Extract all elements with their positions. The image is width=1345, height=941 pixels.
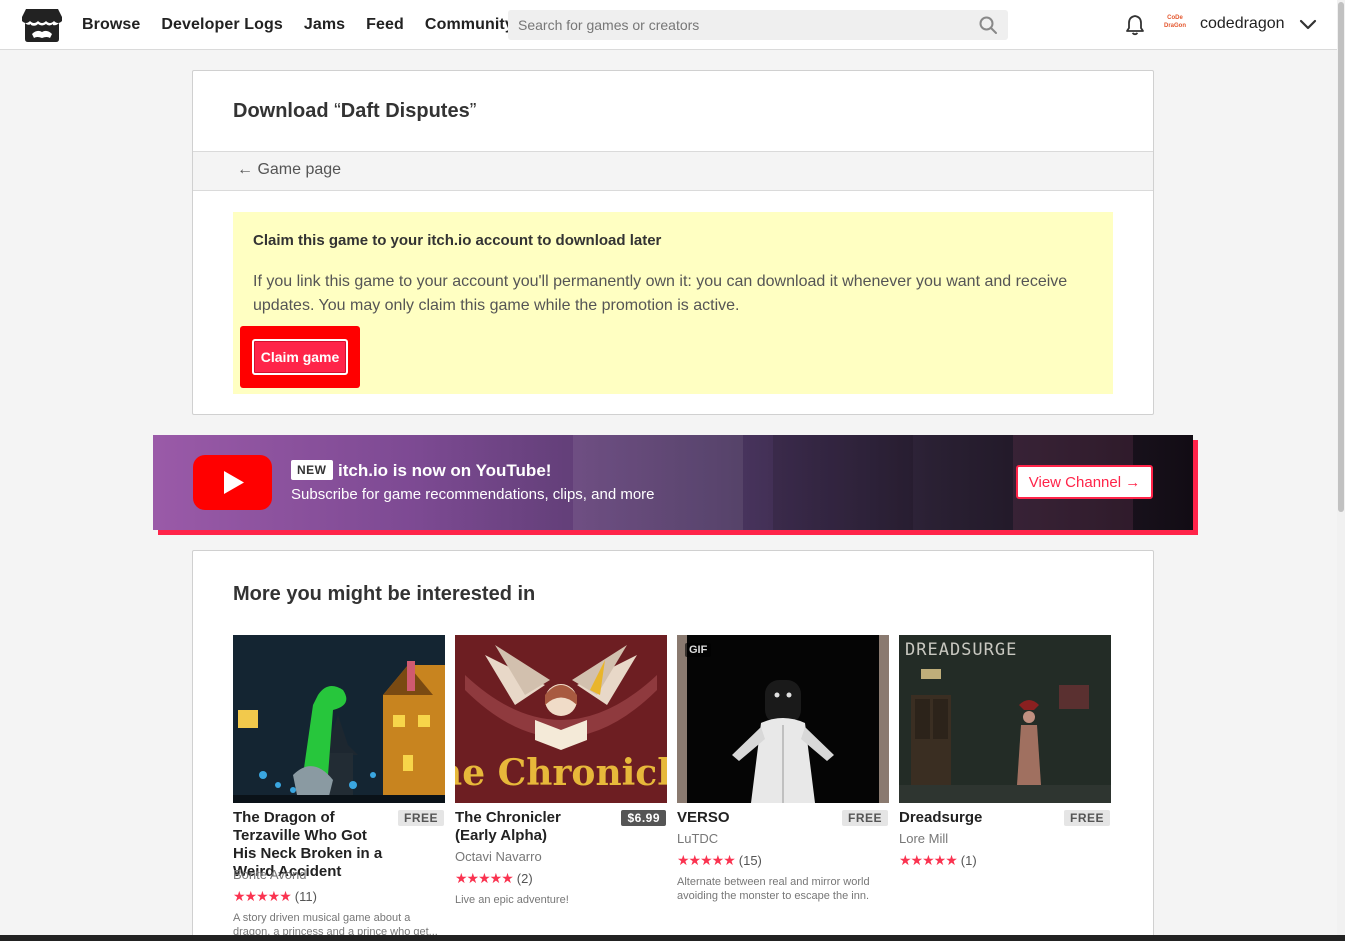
rating-count: (15)	[738, 852, 762, 868]
back-bar: ← Game page	[193, 151, 1153, 191]
game-page-label: Game page	[257, 161, 342, 178]
game-rating: ★★★★★ (11)	[233, 888, 317, 904]
gif-badge: GIF	[685, 643, 712, 657]
star-rating-icon: ★★★★★	[677, 851, 736, 868]
search-bar	[508, 10, 1008, 40]
game-cell: DREADSURGE Dreadsurge FREE Lore Mill ★★★…	[899, 635, 1111, 868]
dragon-cover-art	[233, 635, 445, 803]
username-label[interactable]: codedragon	[1200, 15, 1285, 33]
cover-art-text: The Chronicler	[455, 752, 667, 794]
price-badge: FREE	[397, 810, 444, 826]
game-description: Live an epic adventure!	[455, 894, 569, 906]
title-prefix: Download	[233, 100, 329, 122]
page-title: Download “Daft Disputes”	[233, 100, 476, 123]
chevron-down-icon[interactable]	[1298, 16, 1318, 34]
price-badge: FREE	[1063, 810, 1110, 826]
chronicler-cover-art: The Chronicler	[455, 635, 667, 803]
view-channel-button[interactable]: View Channel →	[1016, 465, 1153, 499]
notification-bell-icon[interactable]	[1124, 14, 1146, 36]
price-badge: $6.99	[621, 810, 666, 826]
game-title[interactable]: VERSO	[677, 809, 827, 827]
game-cell: The Dragon of Terzaville Who Got His Nec…	[233, 635, 445, 938]
game-author[interactable]: Lore Mill	[899, 831, 948, 846]
game-rating: ★★★★★ (2)	[455, 870, 533, 886]
top-header: Browse Developer Logs Jams Feed Communit…	[0, 0, 1337, 50]
game-thumbnail[interactable]	[233, 635, 445, 803]
game-rating: ★★★★★ (1)	[899, 852, 977, 868]
banner-bg-blur	[573, 435, 743, 530]
title-quote-open: “	[334, 100, 341, 122]
star-rating-icon: ★★★★★	[899, 851, 958, 868]
search-icon[interactable]	[978, 15, 998, 35]
banner-subtitle: Subscribe for game recommendations, clip…	[291, 486, 655, 503]
star-rating-icon: ★★★★★	[455, 869, 514, 886]
cover-art-text: DREADSURGE	[905, 640, 1017, 660]
arrow-left-icon: ←	[237, 161, 253, 178]
game-rating: ★★★★★ (15)	[677, 852, 762, 868]
main-nav: Browse Developer Logs Jams Feed Communit…	[82, 0, 535, 50]
star-rating-icon: ★★★★★	[233, 887, 292, 904]
title-quote-close: ”	[469, 100, 477, 122]
claim-game-button[interactable]: Claim game	[252, 339, 348, 375]
bottom-strip	[0, 935, 1345, 941]
download-panel: Download “Daft Disputes” ← Game page Cla…	[192, 70, 1154, 415]
rating-count: (11)	[294, 888, 317, 904]
new-badge: NEW	[291, 460, 333, 480]
game-page-link[interactable]: ← Game page	[237, 161, 341, 179]
youtube-banner[interactable]: NEW itch.io is now on YouTube! Subscribe…	[153, 435, 1193, 530]
verso-cover-art	[677, 635, 889, 803]
claim-description: If you link this game to your account yo…	[253, 273, 1068, 314]
claim-title: Claim this game to your itch.io account …	[253, 232, 662, 249]
dreadsurge-cover-art: DREADSURGE	[899, 635, 1111, 803]
game-author[interactable]: Bonte Avond	[233, 867, 307, 882]
avatar[interactable]: CoDe DraGon	[1162, 14, 1188, 36]
rating-count: (1)	[960, 852, 977, 868]
itchio-logo-icon[interactable]	[22, 7, 62, 43]
search-input[interactable]	[508, 10, 978, 40]
game-cell: GIF VERSO FREE LuTDC ★★★★★ (15) Alternat…	[677, 635, 889, 902]
banner-bg-blur	[773, 435, 913, 530]
rating-count: (2)	[516, 870, 533, 886]
game-author[interactable]: Octavi Navarro	[455, 849, 542, 864]
game-thumbnail[interactable]: The Chronicler	[455, 635, 667, 803]
youtube-logo-icon	[193, 455, 272, 510]
recommendations-panel: More you might be interested in The Drag…	[192, 550, 1154, 941]
scrollbar-thumb[interactable]	[1338, 2, 1344, 512]
game-description: Alternate between real and mirror world …	[677, 876, 870, 902]
game-author[interactable]: LuTDC	[677, 831, 718, 846]
game-title[interactable]: The Chronicler (Early Alpha)	[455, 809, 605, 845]
nav-community[interactable]: Community	[425, 16, 514, 34]
banner-title: itch.io is now on YouTube!	[338, 461, 552, 480]
claim-box: Claim this game to your itch.io account …	[233, 212, 1113, 394]
game-thumbnail[interactable]: GIF	[677, 635, 889, 803]
nav-jams[interactable]: Jams	[304, 16, 345, 34]
game-cell: The Chronicler The Chronicler (Early Alp…	[455, 635, 667, 906]
price-badge: FREE	[841, 810, 888, 826]
recommendations-title: More you might be interested in	[233, 583, 536, 605]
nav-feed[interactable]: Feed	[366, 16, 404, 34]
nav-developer-logs[interactable]: Developer Logs	[161, 16, 282, 34]
nav-browse[interactable]: Browse	[82, 16, 140, 34]
game-title[interactable]: Dreadsurge	[899, 809, 1049, 827]
game-name: Daft Disputes	[340, 100, 470, 122]
game-thumbnail[interactable]: DREADSURGE	[899, 635, 1111, 803]
